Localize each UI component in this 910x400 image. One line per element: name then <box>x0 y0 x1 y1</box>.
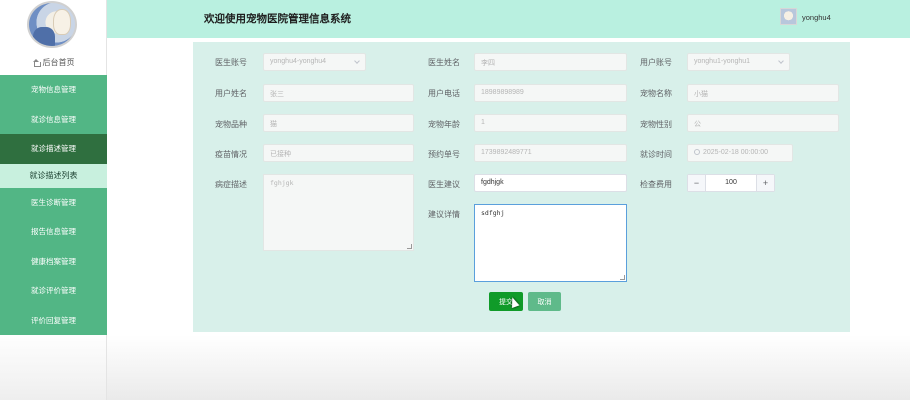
sidebar-item-visit-info[interactable]: 就诊信息管理 <box>0 104 107 134</box>
pet-gender-field[interactable]: 公 <box>687 114 839 132</box>
sidebar: 后台首页 宠物信息管理 就诊信息管理 就诊描述管理 就诊描述列表 医生诊断管理 … <box>0 0 107 400</box>
sidebar-item-report-info[interactable]: 报告信息管理 <box>0 217 107 247</box>
username-label[interactable]: yonghu4 <box>802 13 831 22</box>
user-name-field[interactable]: 张三 <box>263 84 414 102</box>
sidebar-menu: 宠物信息管理 就诊信息管理 就诊描述管理 就诊描述列表 医生诊断管理 报告信息管… <box>0 75 107 335</box>
pet-breed-label: 宠物品种 <box>215 120 247 129</box>
home-link[interactable]: 后台首页 <box>0 55 107 69</box>
visit-time-value: 2025-02-18 00:00:00 <box>703 149 768 156</box>
doctor-name-label: 医生姓名 <box>428 58 460 67</box>
sidebar-item-pet-info[interactable]: 宠物信息管理 <box>0 75 107 105</box>
logo-image <box>27 1 77 48</box>
sidebar-item-review-replies[interactable]: 评价回复管理 <box>0 305 107 335</box>
doctor-advice-label: 医生建议 <box>428 180 460 189</box>
pet-name-field[interactable]: 小猫 <box>687 84 839 102</box>
user-account-select[interactable]: yonghu1-yonghu1 <box>687 53 790 71</box>
pet-age-label: 宠物年龄 <box>428 120 460 129</box>
user-name-label: 用户姓名 <box>215 89 247 98</box>
logo-person-shape <box>33 27 55 46</box>
check-fee-stepper[interactable]: − 100 + <box>687 174 775 192</box>
decrease-button[interactable]: − <box>688 175 706 191</box>
symptom-value: fghjgk <box>270 179 294 187</box>
symptom-textarea[interactable]: fghjgk <box>263 174 414 251</box>
check-fee-label: 检查费用 <box>640 180 672 189</box>
sidebar-item-visit-description[interactable]: 就诊描述管理 <box>0 134 107 164</box>
top-header: 欢迎使用宠物医院管理信息系统 yonghu4 <box>107 0 910 38</box>
cancel-button[interactable]: 取消 <box>528 292 561 311</box>
logo-dog-shape <box>53 9 71 35</box>
vaccine-field[interactable]: 已接种 <box>263 144 414 162</box>
pet-name-label: 宠物名称 <box>640 89 672 98</box>
visit-time-picker[interactable]: 2025-02-18 00:00:00 <box>687 144 793 162</box>
advice-detail-value: sdfghj <box>481 209 505 217</box>
doctor-account-select[interactable]: yonghu4-yonghu4 <box>263 53 366 71</box>
page-title: 欢迎使用宠物医院管理信息系统 <box>204 13 351 25</box>
user-avatar[interactable] <box>780 8 797 25</box>
bottom-background <box>107 335 910 400</box>
home-label: 后台首页 <box>42 57 75 67</box>
user-phone-field[interactable]: 18989898989 <box>474 84 627 102</box>
check-fee-value[interactable]: 100 <box>706 179 756 186</box>
appointment-no-field[interactable]: 1739892489771 <box>474 144 627 162</box>
pet-breed-field[interactable]: 猫 <box>263 114 414 132</box>
advice-detail-label: 建议详情 <box>428 210 460 219</box>
doctor-advice-input[interactable]: fgdhjgk <box>474 174 627 192</box>
resize-handle-icon[interactable] <box>407 244 412 249</box>
doctor-account-label: 医生账号 <box>215 58 247 67</box>
visit-time-label: 就诊时间 <box>640 150 672 159</box>
sidebar-item-visit-reviews[interactable]: 就诊评价管理 <box>0 276 107 306</box>
sidebar-item-health-records[interactable]: 健康档案管理 <box>0 246 107 276</box>
appointment-no-label: 预约单号 <box>428 150 460 159</box>
home-icon <box>32 58 41 67</box>
increase-button[interactable]: + <box>756 175 774 191</box>
pet-age-field[interactable]: 1 <box>474 114 627 132</box>
symptom-label: 病症描述 <box>215 180 247 189</box>
pet-gender-label: 宠物性别 <box>640 120 672 129</box>
advice-detail-textarea[interactable]: sdfghj <box>474 204 627 282</box>
user-phone-label: 用户电话 <box>428 89 460 98</box>
user-account-label: 用户账号 <box>640 58 672 67</box>
vaccine-label: 疫苗情况 <box>215 150 247 159</box>
resize-handle-icon[interactable] <box>620 275 625 280</box>
doctor-name-field[interactable]: 李四 <box>474 53 627 71</box>
sidebar-subitem-visit-description-list[interactable]: 就诊描述列表 <box>0 163 107 188</box>
visit-description-form: 医生账号 yonghu4-yonghu4 医生姓名 李四 用户账号 yonghu… <box>193 42 850 332</box>
clock-icon <box>694 149 700 155</box>
sidebar-item-doctor-diagnosis[interactable]: 医生诊断管理 <box>0 187 107 217</box>
